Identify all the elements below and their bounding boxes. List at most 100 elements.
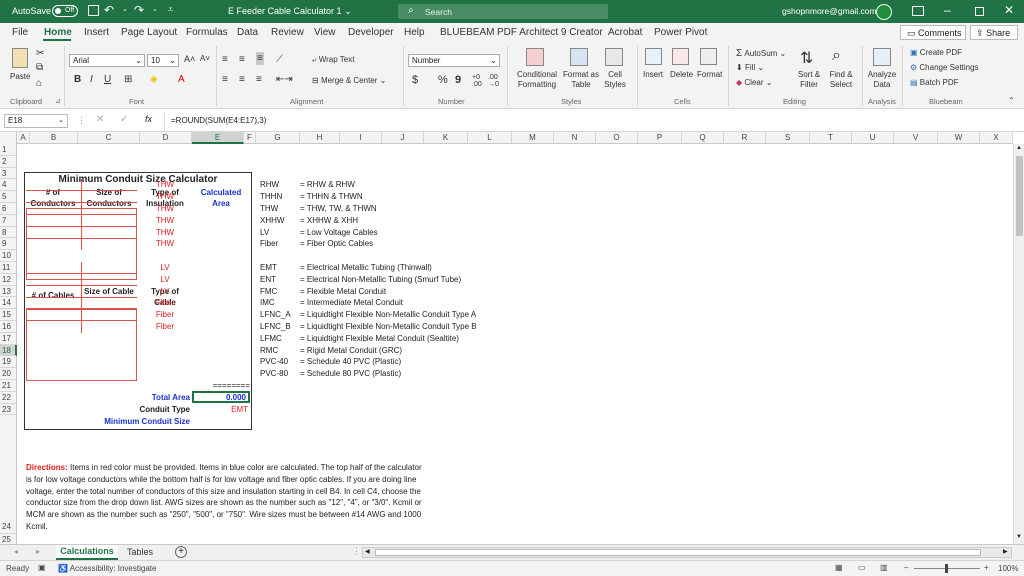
tab-page-layout[interactable]: Page Layout [121,27,177,38]
insert-function-button[interactable]: fx [145,114,152,124]
tab-power-pivot[interactable]: Power Pivot [654,27,707,38]
row-header-16[interactable]: 16 [0,321,17,333]
column-header-x[interactable]: X [980,132,1013,144]
decrease-font-icon[interactable]: A˅ [200,54,210,63]
normal-view-icon[interactable]: ▦ [835,563,843,572]
zoom-level[interactable]: 100% [998,564,1018,573]
redo-icon[interactable]: ↷ [134,3,144,17]
accessibility-status[interactable]: ♿ Accessibility: Investigate [58,564,156,573]
row-header-23[interactable]: 23 [0,403,17,416]
column-header-e[interactable]: E [192,132,244,144]
tab-tables[interactable]: Tables [120,545,160,560]
page-layout-view-icon[interactable]: ▭ [858,563,866,572]
align-top-icon[interactable]: ≡ [222,54,228,65]
sort-filter-button[interactable]: Sort & Filter [795,70,823,90]
num-conductors-input[interactable] [27,191,81,202]
format-cells-icon[interactable] [700,48,717,65]
cable-type-cell[interactable]: LV [140,274,190,286]
copy-icon[interactable]: ⧉ [36,62,43,73]
fill-color-icon[interactable]: ◈ [150,74,158,85]
align-center-icon[interactable]: ≡ [239,74,245,85]
row-header-10[interactable]: 10 [0,250,17,262]
delete-cells-label[interactable]: Delete [670,70,693,79]
worksheet-grid[interactable]: ABCDEFGHIJKLMNOPQRSTUVWX 1 2 3 4 5 6 7 8 9 10 11 12… [0,132,1024,544]
row-header-5[interactable]: 5 [0,191,17,203]
font-color-icon[interactable]: A [178,74,185,85]
enter-icon[interactable]: ✓ [120,114,128,125]
size-cable-input[interactable] [82,297,136,308]
column-header-i[interactable]: I [340,132,382,144]
cable-type-cell[interactable]: LV [140,262,190,274]
avatar[interactable] [876,4,892,20]
cut-icon[interactable]: ✂ [36,48,44,59]
align-bottom-icon[interactable]: ≡ [256,52,264,65]
num-cables-input[interactable] [27,262,81,273]
tab-review[interactable]: Review [271,27,304,38]
borders-icon[interactable]: ⊞ [124,74,132,85]
column-header-s[interactable]: S [766,132,810,144]
zoom-out-icon[interactable]: – [904,563,908,572]
row-header-20[interactable]: 20 [0,368,17,380]
column-header-j[interactable]: J [382,132,424,144]
num-cables-input[interactable] [27,309,81,320]
size-conductors-input[interactable] [82,203,136,214]
autosave-toggle[interactable]: Off [52,5,78,17]
tab-data[interactable]: Data [237,27,258,38]
cell-styles-button[interactable]: Cell Styles [600,70,630,90]
cancel-icon[interactable]: ✕ [96,114,104,125]
sort-filter-icon[interactable]: ⇅ [800,48,813,68]
num-cables-input[interactable] [27,297,81,308]
num-cables-input[interactable] [27,286,81,297]
column-header-o[interactable]: O [596,132,638,144]
close-icon[interactable]: ✕ [1004,3,1014,17]
column-header-r[interactable]: R [724,132,766,144]
row-header-3[interactable]: 3 [0,167,17,180]
bold-button[interactable]: B [74,74,81,85]
percent-button[interactable]: % [438,74,448,86]
column-header-g[interactable]: G [256,132,300,144]
number-format-select[interactable]: Number ⌄ [408,54,500,67]
italic-button[interactable]: I [90,74,93,85]
paste-icon[interactable] [12,48,28,68]
size-cable-input[interactable] [82,262,136,273]
size-cable-input[interactable] [82,274,136,285]
row-header-24[interactable]: 24 [0,415,17,534]
column-header-c[interactable]: C [78,132,140,144]
format-painter-icon[interactable]: ⌂ [36,78,42,89]
column-header-q[interactable]: Q [682,132,724,144]
num-cables-input[interactable] [27,274,81,285]
column-header-m[interactable]: M [512,132,554,144]
row-header-14[interactable]: 14 [0,297,17,310]
comments-button[interactable]: ▭ Comments [900,25,966,40]
merge-center-button[interactable]: ⊟ Merge & Center ⌄ [312,76,386,85]
batch-pdf-button[interactable]: ▤ Batch PDF [910,78,958,87]
size-cable-input[interactable] [82,321,136,332]
cable-type-cell[interactable]: Fiber [140,309,190,321]
clear-button[interactable]: ◆ Clear ⌄ [736,78,772,87]
vertical-scroll-thumb[interactable] [1016,156,1023,236]
column-header-u[interactable]: U [852,132,894,144]
user-email[interactable]: gshopnmore@gmail.com [782,6,877,16]
column-header-k[interactable]: K [424,132,468,144]
underline-button[interactable]: U [104,74,111,85]
analyze-data-button[interactable]: Analyze Data [866,70,898,90]
find-select-icon[interactable]: ⌕ [832,47,841,65]
clipboard-launcher-icon[interactable]: ⊿ [55,97,61,105]
tab-view[interactable]: View [314,27,336,38]
conditional-formatting-button[interactable]: Conditional Formatting [513,70,561,90]
column-header-h[interactable]: H [300,132,340,144]
row-header-21[interactable]: 21 [0,380,17,392]
column-header-v[interactable]: V [894,132,938,144]
tab-formulas[interactable]: Formulas [186,27,228,38]
tab-bluebeam[interactable]: BLUEBEAM [440,27,494,38]
name-box[interactable]: E18 ⌄ [4,114,68,128]
conduit-type-value[interactable]: EMT [192,404,248,416]
column-header-n[interactable]: N [554,132,596,144]
size-conductors-input[interactable] [82,179,136,190]
row-header-4[interactable]: 4 [0,179,17,192]
format-cells-label[interactable]: Format [697,70,722,79]
zoom-slider-handle[interactable] [945,564,948,573]
insulation-type-cell[interactable]: THW [140,238,190,250]
font-size-select[interactable]: 10 ⌄ [147,54,179,67]
row-header-25[interactable]: 25 [0,533,17,544]
